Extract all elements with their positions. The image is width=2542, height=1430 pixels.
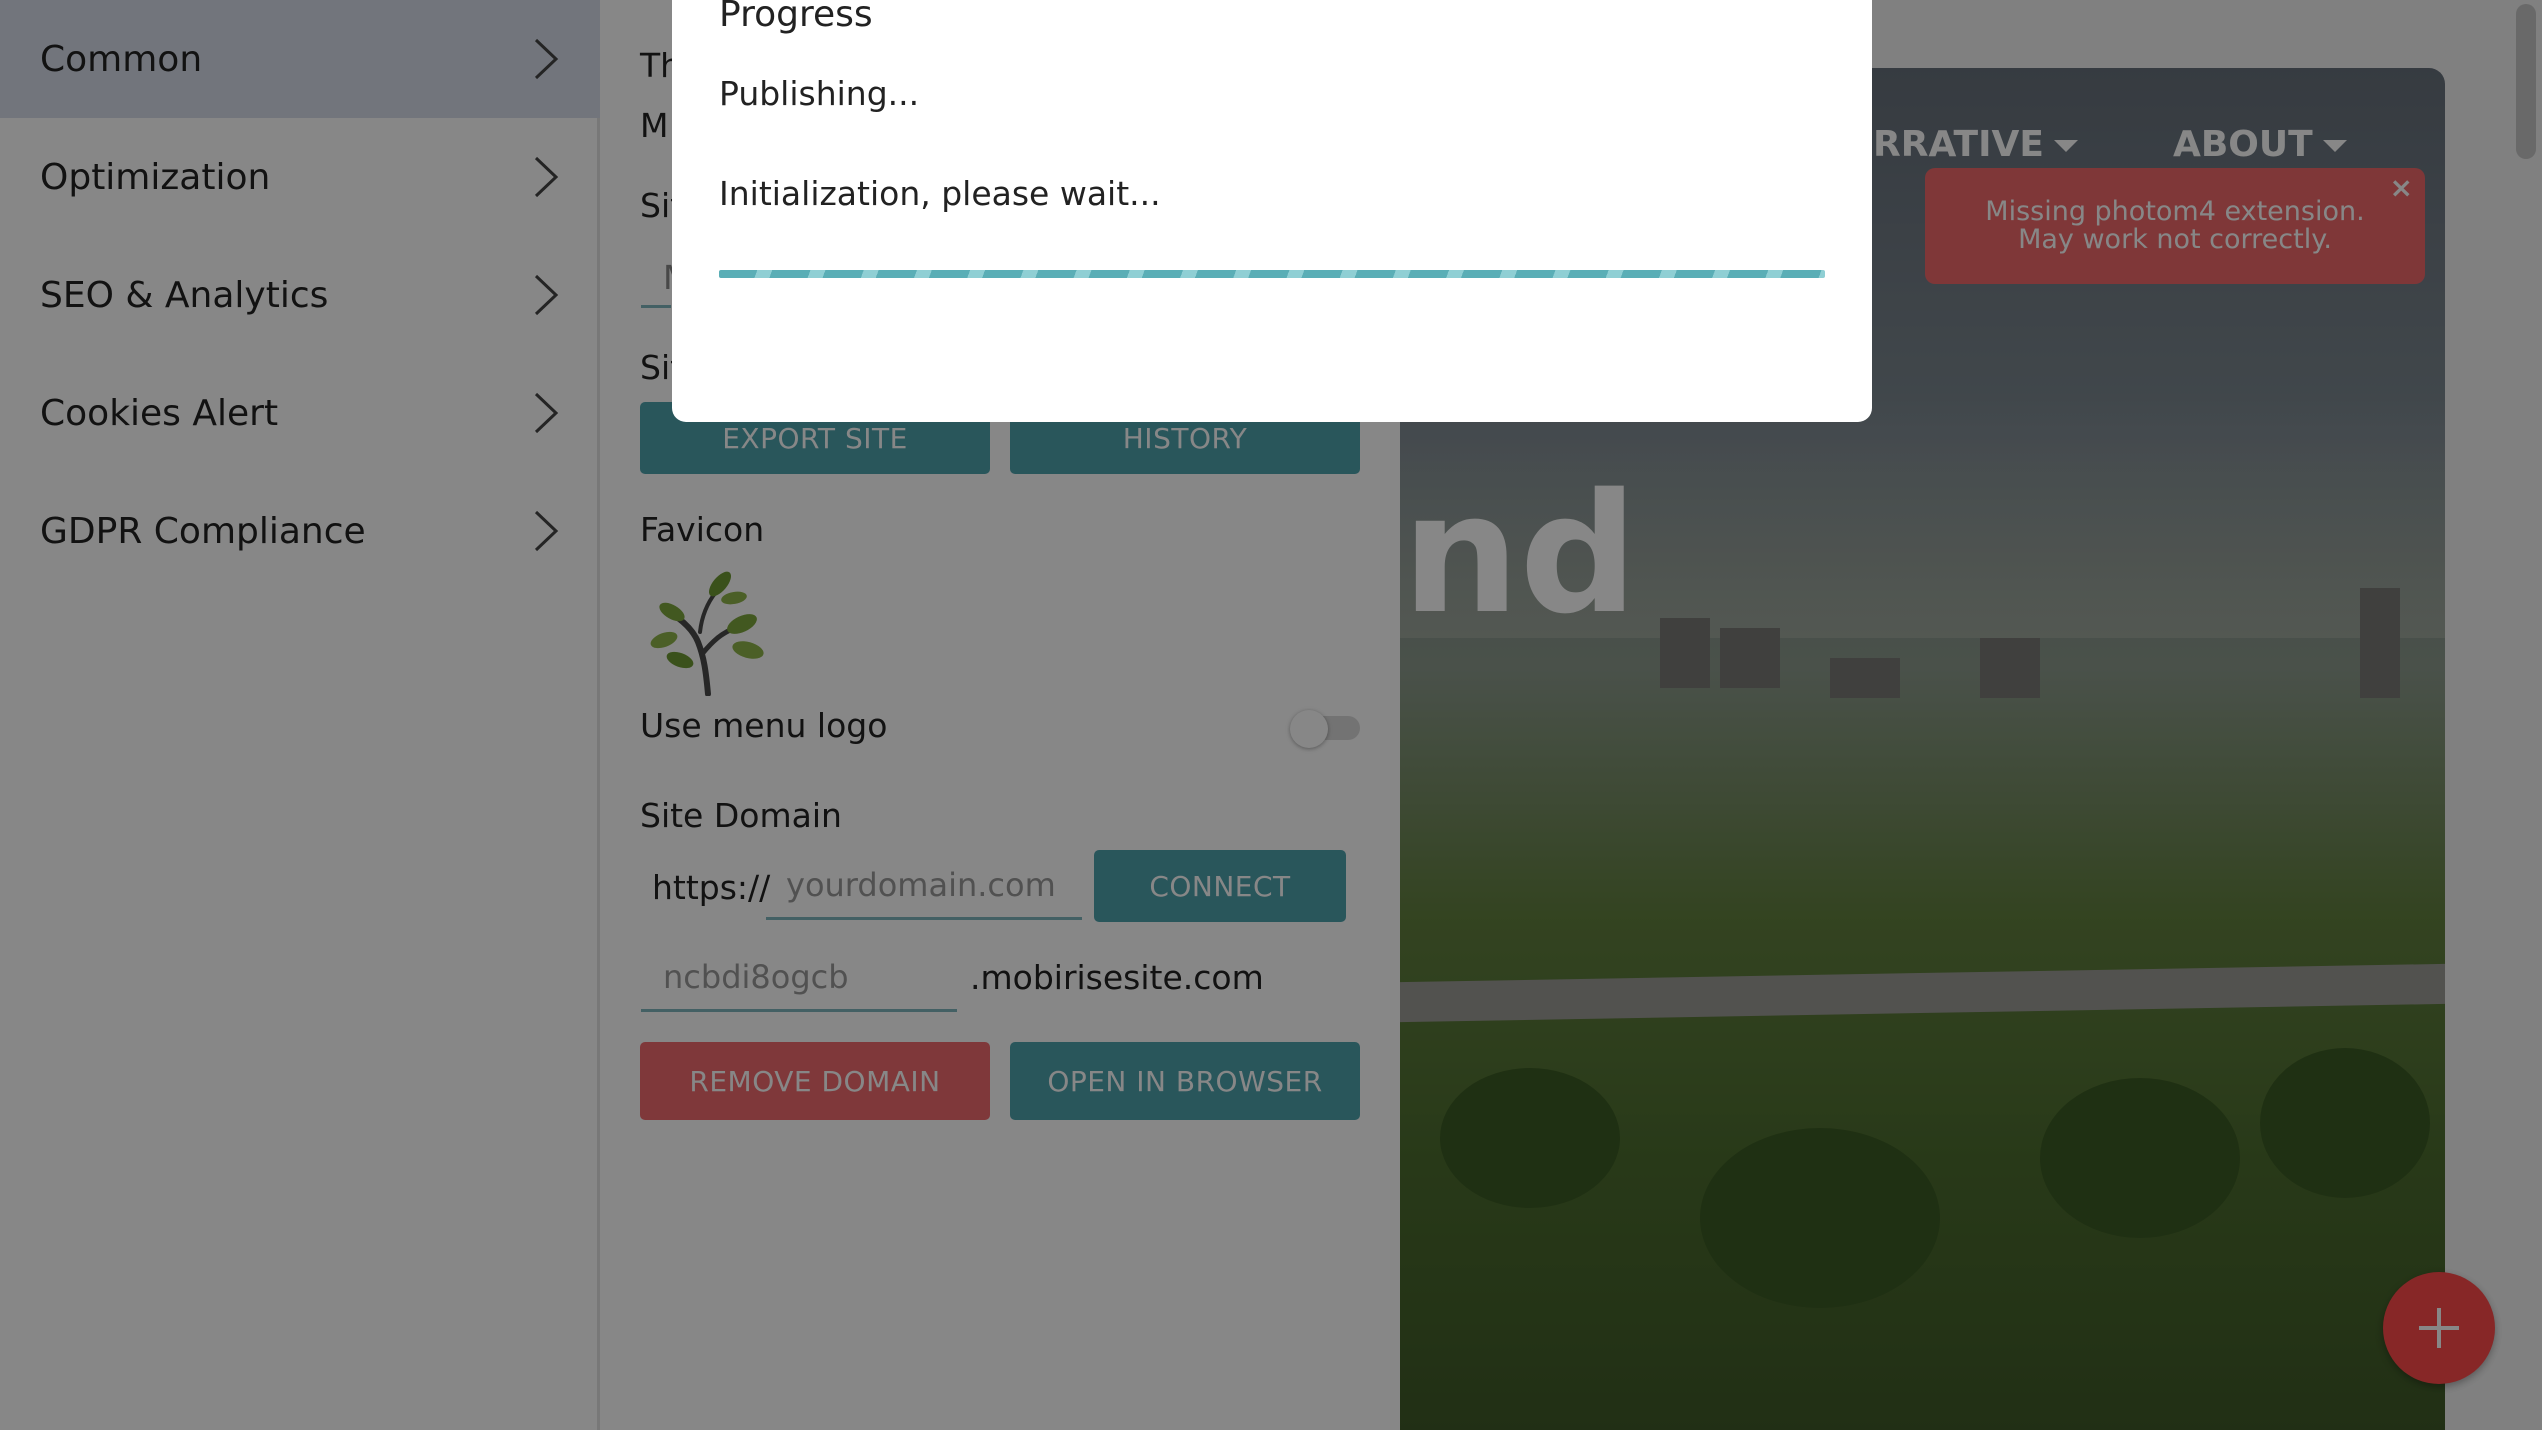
publishing-status: Publishing... <box>719 74 920 113</box>
dialog-title: Progress <box>719 0 873 35</box>
progress-dialog: Progress Publishing... Initialization, p… <box>672 0 1872 422</box>
progress-bar <box>719 270 1825 278</box>
initialization-message: Initialization, please wait... <box>719 174 1161 213</box>
app-root: Common Optimization SEO & Analytics Cook… <box>0 0 2542 1430</box>
